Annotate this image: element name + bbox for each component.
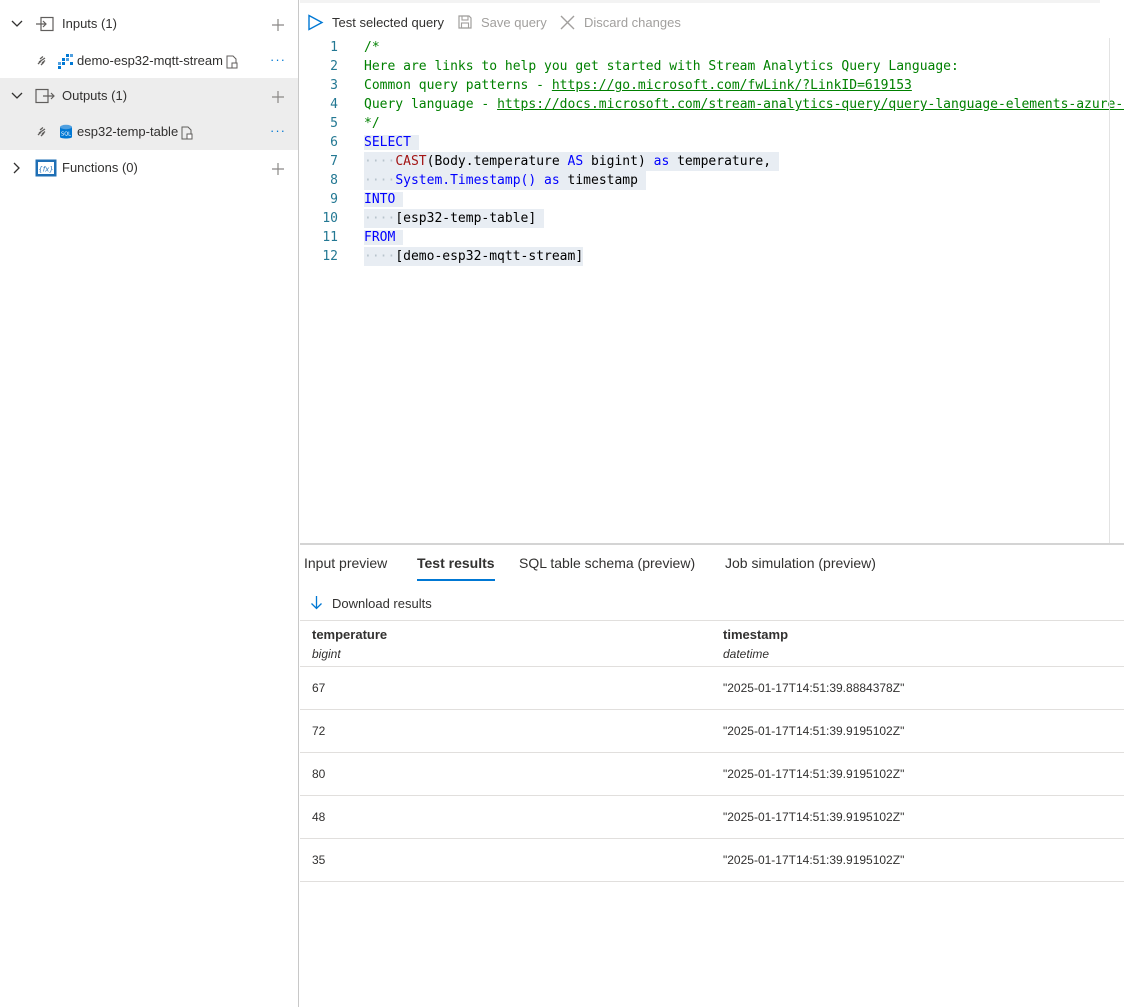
tab-input-preview[interactable]: Input preview — [304, 555, 387, 581]
download-icon — [311, 596, 322, 610]
close-icon — [560, 15, 575, 29]
query-language-link[interactable]: https://docs.microsoft.com/stream-analyt… — [497, 97, 1124, 112]
code-line-7: ····CAST(Body.temperature AS bigint) as … — [364, 152, 779, 171]
table-row[interactable]: 35 "2025-01-17T14:51:39.9195102Z" — [300, 839, 1124, 882]
discard-changes-button[interactable]: Discard changes — [559, 10, 681, 34]
more-options-icon[interactable]: ··· — [270, 114, 286, 148]
line-number: 5 — [330, 116, 338, 131]
function-icon-text: {fx} — [38, 166, 54, 174]
add-output-icon[interactable] — [270, 89, 286, 105]
code-line-9: INTO — [364, 190, 404, 209]
chevron-right-icon[interactable] — [10, 162, 24, 174]
stream-icon — [58, 54, 73, 69]
cell-timestamp: "2025-01-17T14:51:39.9195102Z" — [723, 724, 905, 738]
table-row[interactable]: 67 "2025-01-17T14:51:39.8884378Z" — [300, 667, 1124, 710]
input-icon — [36, 16, 54, 32]
tree-category-outputs[interactable]: Outputs (1) — [0, 78, 298, 114]
code-line-2: Here are links to help you get started w… — [364, 59, 959, 74]
query-tree-pane: Inputs (1) demo-esp32-mqtt-stream ··· Ou… — [0, 0, 299, 1007]
query-editor[interactable]: 1 2 3 4 5 6 7 8 9 10 11 12 /* Here are l… — [300, 38, 1124, 543]
code-line-10: ····[esp32-temp-table] — [364, 209, 545, 228]
code-line-4: Query language - https://docs.microsoft.… — [364, 95, 1124, 114]
add-function-icon[interactable] — [270, 161, 286, 177]
sql-icon-text: SQL — [61, 132, 71, 138]
link-icon — [37, 56, 46, 66]
document-icon — [181, 126, 193, 140]
query-patterns-link[interactable]: https://go.microsoft.com/fwLink/?LinkID=… — [552, 78, 912, 93]
sql-database-icon: SQL — [60, 124, 72, 139]
cell-timestamp: "2025-01-17T14:51:39.8884378Z" — [723, 681, 905, 695]
line-number: 2 — [330, 59, 338, 74]
table-row[interactable]: 80 "2025-01-17T14:51:39.9195102Z" — [300, 753, 1124, 796]
code-line-3: Common query patterns - https://go.micro… — [364, 78, 912, 93]
line-number: 12 — [322, 249, 338, 264]
grid-header: temperature bigint timestamp datetime — [300, 620, 1124, 667]
editor-scrollbar[interactable] — [1109, 38, 1110, 543]
line-number: 11 — [322, 230, 338, 245]
play-icon — [308, 13, 324, 31]
line-number: 6 — [330, 135, 338, 150]
column-header-temperature[interactable]: temperature — [312, 627, 387, 642]
column-type-timestamp: datetime — [723, 647, 770, 661]
function-icon: {fx} — [35, 159, 57, 177]
code-line-11: FROM — [364, 228, 404, 247]
results-grid: temperature bigint timestamp datetime 67… — [300, 620, 1124, 882]
outputs-label: Outputs (1) — [62, 88, 128, 103]
code-line-1: /* — [364, 40, 380, 55]
tree-item-output[interactable]: SQL esp32-temp-table ··· — [0, 114, 298, 150]
column-header-timestamp[interactable]: timestamp — [723, 627, 788, 642]
chevron-down-icon[interactable] — [10, 90, 24, 102]
line-number: 1 — [330, 40, 338, 55]
link-icon — [37, 127, 46, 137]
table-row[interactable]: 48 "2025-01-17T14:51:39.9195102Z" — [300, 796, 1124, 839]
functions-label: Functions (0) — [62, 160, 138, 175]
cell-timestamp: "2025-01-17T14:51:39.9195102Z" — [723, 853, 905, 867]
document-icon — [226, 55, 238, 69]
cell-timestamp: "2025-01-17T14:51:39.9195102Z" — [723, 810, 905, 824]
output-item-label: esp32-temp-table — [77, 114, 194, 150]
discard-changes-label: Discard changes — [584, 14, 681, 30]
more-options-icon[interactable]: ··· — [270, 43, 286, 77]
cell-timestamp: "2025-01-17T14:51:39.9195102Z" — [723, 767, 905, 781]
tab-sql-table-schema[interactable]: SQL table schema (preview) — [519, 555, 695, 581]
code-line-12: ····[demo-esp32-mqtt-stream] — [364, 247, 584, 266]
line-number: 10 — [322, 211, 338, 226]
save-query-label: Save query — [481, 14, 547, 30]
line-number: 3 — [330, 78, 338, 93]
cell-temperature: 67 — [312, 681, 326, 695]
query-toolbar: Test selected query Save query Discard c… — [300, 0, 1124, 42]
download-results-button[interactable]: Download results — [310, 592, 432, 614]
pane-divider[interactable] — [300, 543, 1124, 545]
cell-temperature: 48 — [312, 810, 326, 824]
tree-category-functions[interactable]: {fx} Functions (0) — [0, 150, 298, 186]
download-results-label: Download results — [332, 595, 432, 611]
test-selected-query-button[interactable]: Test selected query — [307, 10, 444, 34]
tab-test-results[interactable]: Test results — [417, 555, 495, 581]
table-row[interactable]: 72 "2025-01-17T14:51:39.9195102Z" — [300, 710, 1124, 753]
cell-temperature: 35 — [312, 853, 326, 867]
tab-job-simulation[interactable]: Job simulation (preview) — [725, 555, 876, 581]
tree-item-input[interactable]: demo-esp32-mqtt-stream ··· — [0, 43, 298, 79]
line-number: 4 — [330, 97, 338, 112]
input-item-label: demo-esp32-mqtt-stream — [77, 43, 239, 79]
line-number: 9 — [330, 192, 338, 207]
output-icon — [35, 88, 55, 104]
cell-temperature: 72 — [312, 724, 326, 738]
test-selected-query-label: Test selected query — [332, 14, 445, 30]
column-type-temperature: bigint — [312, 647, 341, 661]
line-number: 7 — [330, 154, 338, 169]
code-line-8: ····System.Timestamp() as timestamp — [364, 171, 646, 190]
code-line-5: */ — [364, 116, 380, 131]
tree-category-inputs[interactable]: Inputs (1) — [0, 6, 298, 42]
code-line-6: SELECT — [364, 133, 419, 152]
cell-temperature: 80 — [312, 767, 326, 781]
inputs-label: Inputs (1) — [62, 16, 117, 31]
save-query-button[interactable]: Save query — [457, 10, 547, 34]
add-input-icon[interactable] — [270, 17, 286, 33]
chevron-down-icon[interactable] — [10, 18, 24, 30]
line-number: 8 — [330, 173, 338, 188]
save-icon — [458, 15, 472, 29]
